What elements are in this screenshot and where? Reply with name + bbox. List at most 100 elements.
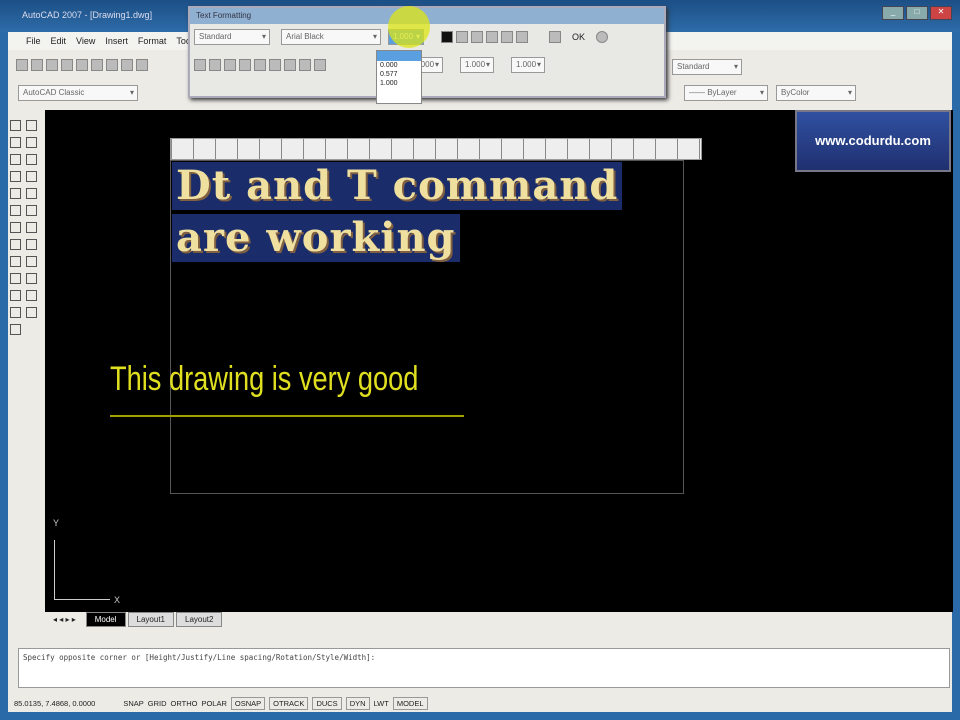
region-icon[interactable] — [10, 222, 21, 233]
command-line[interactable]: Specify opposite corner or [Height/Justi… — [18, 648, 950, 688]
top-icon[interactable] — [239, 59, 251, 71]
height-option-selected[interactable] — [377, 51, 421, 61]
linetype-combo[interactable]: —— ByLayer — [684, 85, 768, 101]
height-option[interactable]: 1.000 — [377, 79, 421, 88]
align-center-icon[interactable] — [209, 59, 221, 71]
height-option[interactable]: 0.577 — [377, 70, 421, 79]
menu-view[interactable]: View — [76, 36, 95, 46]
ducs-toggle[interactable]: DUCS — [312, 696, 342, 710]
offset-icon[interactable] — [26, 256, 37, 267]
trim-icon[interactable] — [10, 307, 21, 318]
grid-toggle[interactable]: GRID — [148, 699, 167, 708]
publish-icon[interactable] — [91, 59, 103, 71]
redo-icon[interactable] — [501, 31, 513, 43]
mtext-line-1[interactable]: Dt and T command — [172, 162, 623, 210]
mtext-editor[interactable] — [170, 160, 684, 494]
workspace-combo[interactable]: AutoCAD Classic — [18, 85, 138, 101]
tab-model[interactable]: Model — [85, 612, 126, 627]
ucs-x-label: X — [113, 595, 120, 605]
insert-field-icon[interactable] — [314, 59, 326, 71]
paste-icon[interactable] — [136, 59, 148, 71]
numbering-icon[interactable] — [284, 59, 296, 71]
bold-icon[interactable] — [441, 31, 453, 43]
copy-obj-icon[interactable] — [26, 239, 37, 250]
mtext-line-2[interactable]: are working — [172, 214, 460, 262]
rotate-icon[interactable] — [10, 290, 21, 301]
undo-icon[interactable] — [486, 31, 498, 43]
height-option[interactable]: 0.000 — [377, 61, 421, 70]
align-left-icon[interactable] — [194, 59, 206, 71]
array-icon[interactable] — [10, 273, 21, 284]
tracking-field[interactable]: 1.000 — [460, 57, 494, 73]
color-icon[interactable] — [516, 31, 528, 43]
cut-icon[interactable] — [106, 59, 118, 71]
color-combo[interactable]: ByColor — [776, 85, 856, 101]
dyn-toggle[interactable]: DYN — [345, 696, 370, 710]
italic-icon[interactable] — [456, 31, 468, 43]
bottom-icon[interactable] — [269, 59, 281, 71]
lwt-toggle[interactable]: LWT — [374, 699, 389, 708]
ellipse-icon[interactable] — [10, 188, 21, 199]
xline-icon[interactable] — [26, 120, 37, 131]
snap-toggle[interactable]: SNAP — [123, 699, 143, 708]
tab-layout2[interactable]: Layout2 — [176, 612, 223, 627]
tab-layout1[interactable]: Layout1 — [127, 612, 174, 627]
table-icon[interactable] — [26, 222, 37, 233]
otrack-toggle[interactable]: OTRACK — [269, 696, 309, 710]
copy-icon[interactable] — [121, 59, 133, 71]
font-combo[interactable]: Arial Black — [281, 29, 381, 45]
tab-nav-arrows[interactable]: ◂ ◂ ▸ ▸ — [45, 613, 84, 626]
point-icon[interactable] — [10, 205, 21, 216]
maximize-button[interactable]: □ — [906, 6, 928, 20]
text-style-combo[interactable]: Standard — [194, 29, 270, 45]
ok-button[interactable]: OK — [572, 32, 585, 42]
scale-icon[interactable] — [26, 290, 37, 301]
open-icon[interactable] — [31, 59, 43, 71]
menu-format[interactable]: Format — [138, 36, 167, 46]
new-icon[interactable] — [16, 59, 28, 71]
status-bar: 85.0135, 7.4868, 0.0000 SNAP GRID ORTHO … — [8, 694, 952, 712]
style-combo[interactable]: Standard — [672, 59, 742, 75]
mtext-ruler[interactable] — [170, 138, 702, 160]
ortho-toggle[interactable]: ORTHO — [171, 699, 198, 708]
middle-icon[interactable] — [254, 59, 266, 71]
hatch-icon[interactable] — [26, 205, 37, 216]
menu-file[interactable]: File — [26, 36, 41, 46]
mirror-icon[interactable] — [10, 256, 21, 267]
ruler-toggle-icon[interactable] — [549, 31, 561, 43]
ucs-icon: Y X — [53, 518, 120, 605]
preview-icon[interactable] — [76, 59, 88, 71]
extend-icon[interactable] — [26, 307, 37, 318]
block-icon[interactable] — [26, 188, 37, 199]
close-button[interactable]: ✕ — [930, 6, 952, 20]
menu-insert[interactable]: Insert — [105, 36, 128, 46]
print-icon[interactable] — [61, 59, 73, 71]
width-factor-field[interactable]: 1.000 — [511, 57, 545, 73]
mtext-icon[interactable] — [10, 324, 21, 335]
arc-icon[interactable] — [26, 154, 37, 165]
spline-icon[interactable] — [26, 171, 37, 182]
rectangle-icon[interactable] — [10, 154, 21, 165]
save-icon[interactable] — [46, 59, 58, 71]
osnap-toggle[interactable]: OSNAP — [230, 696, 266, 710]
dtext-object[interactable]: This drawing is very good — [110, 360, 418, 399]
menu-edit[interactable]: Edit — [51, 36, 67, 46]
minimize-button[interactable]: _ — [882, 6, 904, 20]
polar-toggle[interactable]: POLAR — [201, 699, 226, 708]
command-prompt: Specify opposite corner or [Height/Justi… — [23, 653, 376, 662]
circle-icon[interactable] — [10, 171, 21, 182]
move-icon[interactable] — [26, 273, 37, 284]
line-icon[interactable] — [10, 120, 21, 131]
bullets-icon[interactable] — [299, 59, 311, 71]
text-formatting-toolbar: Text Formatting Standard Arial Black 1.0… — [188, 6, 666, 104]
underline-icon[interactable] — [471, 31, 483, 43]
window-title: AutoCAD 2007 - [Drawing1.dwg] — [22, 10, 153, 20]
text-height-dropdown[interactable]: 0.000 0.577 1.000 — [376, 50, 422, 104]
align-right-icon[interactable] — [224, 59, 236, 71]
polygon-icon[interactable] — [26, 137, 37, 148]
polyline-icon[interactable] — [10, 137, 21, 148]
erase-icon[interactable] — [10, 239, 21, 250]
model-toggle[interactable]: MODEL — [392, 696, 428, 710]
cursor-highlight — [388, 6, 430, 48]
options-icon[interactable] — [596, 31, 609, 43]
